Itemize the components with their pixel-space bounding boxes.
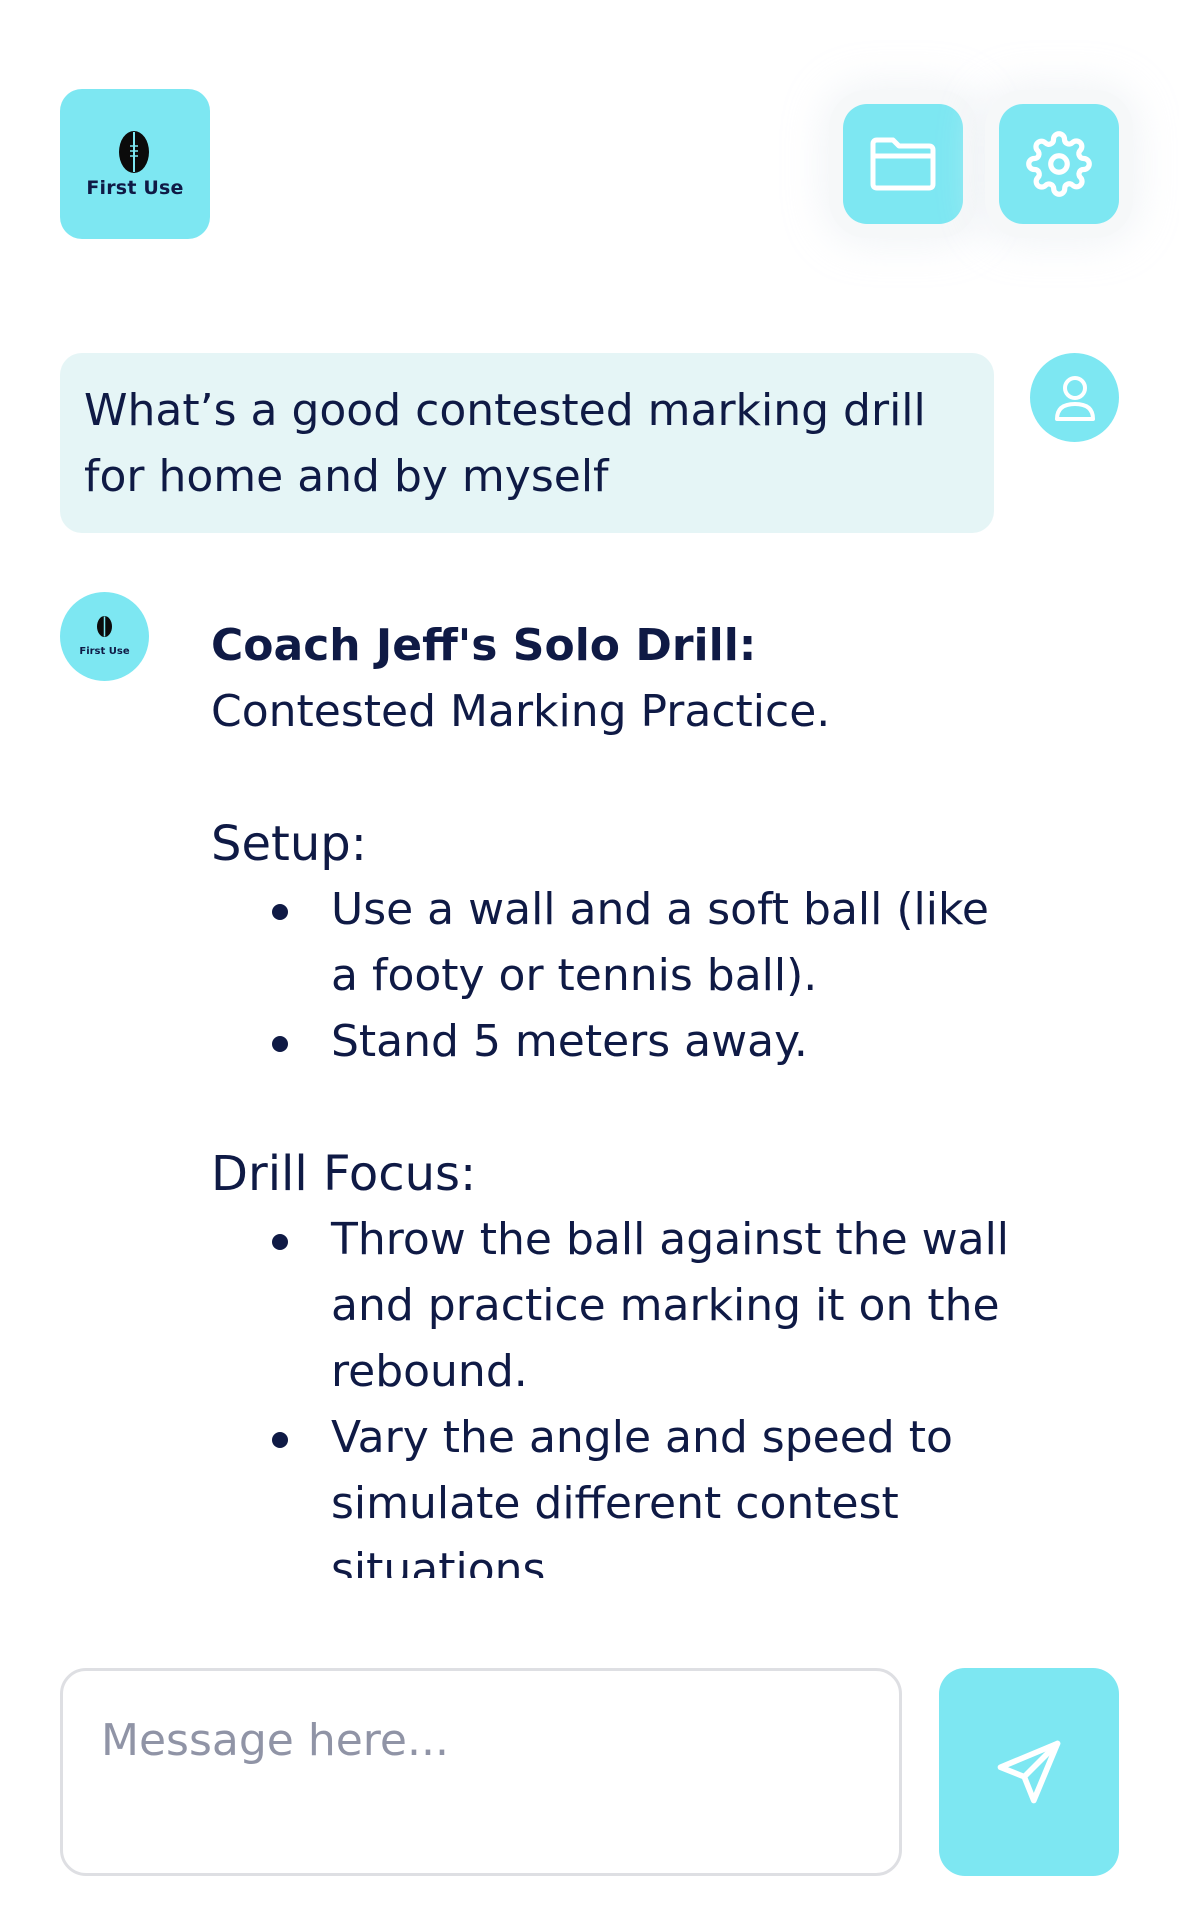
football-logo-icon bbox=[97, 616, 112, 637]
list-item: Vary the angle and speed to simulate dif… bbox=[211, 1405, 1011, 1578]
user-icon bbox=[1054, 375, 1095, 421]
folder-button[interactable] bbox=[843, 104, 963, 224]
send-icon bbox=[997, 1740, 1061, 1804]
reply-subtitle: Contested Marking Practice. bbox=[211, 686, 831, 737]
bot-avatar: First Use bbox=[60, 592, 149, 681]
section-heading: Drill Focus: bbox=[211, 1146, 477, 1202]
football-logo-icon bbox=[119, 131, 149, 173]
gear-icon bbox=[1026, 131, 1092, 197]
logo-text: First Use bbox=[86, 177, 184, 199]
user-message-bubble: What’s a good contested marking drill fo… bbox=[60, 353, 994, 533]
list-item: Throw the ball against the wall and prac… bbox=[211, 1207, 1011, 1405]
bullet-list: Use a wall and a soft ball (like a footy… bbox=[211, 877, 1011, 1075]
settings-button[interactable] bbox=[999, 104, 1119, 224]
list-item: Stand 5 meters away. bbox=[211, 1009, 1011, 1075]
message-input[interactable]: Message here... bbox=[60, 1668, 902, 1876]
list-item: Use a wall and a soft ball (like a footy… bbox=[211, 877, 1011, 1009]
section-heading: Setup: bbox=[211, 816, 367, 872]
user-avatar bbox=[1030, 353, 1119, 442]
bullet-list: Throw the ball against the wall and prac… bbox=[211, 1207, 1011, 1578]
bot-message: Coach Jeff's Solo Drill: Contested Marki… bbox=[211, 613, 1011, 1578]
bot-avatar-text: First Use bbox=[79, 646, 130, 657]
send-button[interactable] bbox=[939, 1668, 1119, 1876]
folder-icon bbox=[870, 137, 936, 191]
reply-title: Coach Jeff's Solo Drill: bbox=[211, 620, 757, 671]
app-logo: First Use bbox=[60, 89, 210, 239]
user-message-text: What’s a good contested marking drill fo… bbox=[84, 385, 926, 502]
message-placeholder: Message here... bbox=[101, 1715, 449, 1766]
